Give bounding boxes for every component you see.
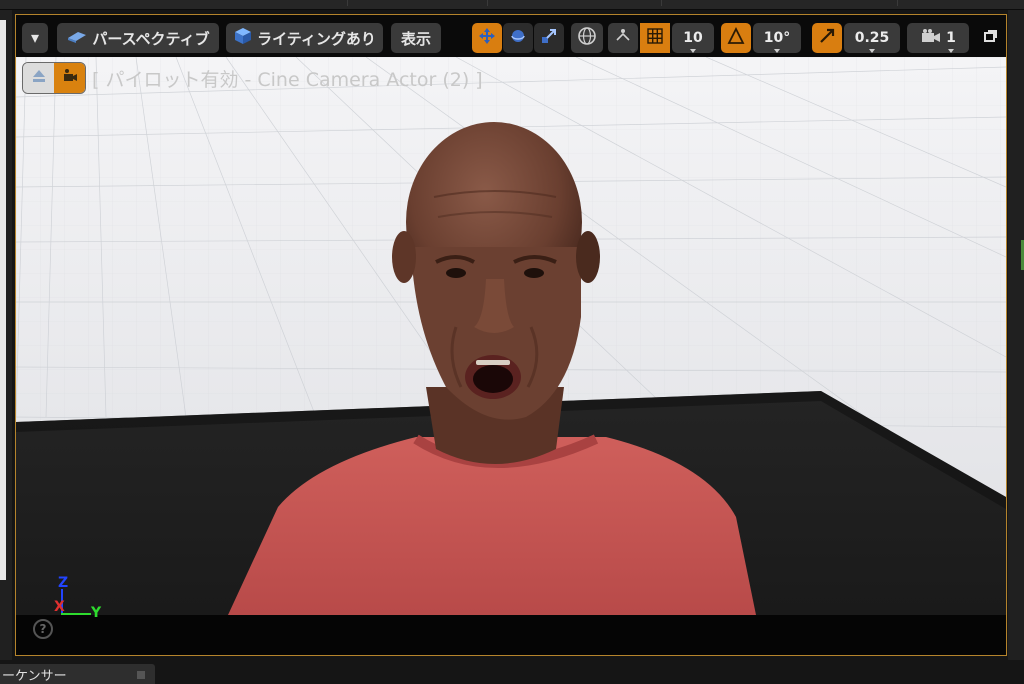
sequencer-tab-label: ーケンサー xyxy=(2,668,67,684)
surface-snap-button[interactable] xyxy=(608,23,638,53)
camera-speed-button[interactable]: 1 xyxy=(907,23,969,53)
sequencer-tab[interactable]: ーケンサー xyxy=(0,664,155,684)
lighting-label: ライティングあり xyxy=(257,29,376,48)
rotation-snap-toggle[interactable] xyxy=(721,23,751,53)
unreal-editor-window: ▾ パースペクティブ ライティングあり 表示 10 10° 0.25 1 [パ… xyxy=(0,0,1024,684)
pilot-controls xyxy=(22,62,86,94)
viewport-bottom-bar xyxy=(16,615,1006,655)
lit-cube-icon xyxy=(233,26,253,50)
perspective-button[interactable]: パースペクティブ xyxy=(57,23,219,53)
grid-snap-number: 10 xyxy=(683,30,703,53)
rotate-sphere-icon xyxy=(509,27,527,49)
grid-snap-value[interactable]: 10 xyxy=(672,23,714,53)
axis-gizmo: Z X Y xyxy=(46,575,126,625)
surface-snap-icon xyxy=(613,26,633,50)
eject-pilot-button[interactable] xyxy=(23,63,54,93)
chevron-down-icon: ▾ xyxy=(30,28,40,47)
scale-snap-number: 0.25 xyxy=(854,30,890,53)
grid-icon xyxy=(646,27,664,49)
axis-z-label: Z xyxy=(58,575,69,591)
globe-icon xyxy=(577,26,597,50)
pilot-camera-icon xyxy=(61,67,79,89)
show-menu-button[interactable]: 表示 xyxy=(391,23,441,53)
top-tab-strip xyxy=(0,0,1024,10)
show-label: 表示 xyxy=(400,29,431,48)
perspective-label: パースペクティブ xyxy=(92,29,210,48)
maximize-icon xyxy=(982,28,998,48)
lighting-mode-button[interactable]: ライティングあり xyxy=(226,23,383,53)
viewport-options-button[interactable]: ▾ xyxy=(22,23,48,53)
rotation-snap-number: 10° xyxy=(763,30,791,53)
level-viewport[interactable]: ▾ パースペクティブ ライティングあり 表示 10 10° 0.25 1 [パ… xyxy=(15,14,1007,656)
maximize-viewport-button[interactable] xyxy=(978,23,1002,53)
camera-speed-number: 1 xyxy=(946,30,956,53)
translate-tool-button[interactable] xyxy=(472,23,502,53)
close-icon[interactable] xyxy=(137,671,145,679)
axis-x-label: X xyxy=(54,599,65,615)
perspective-cube-icon xyxy=(66,28,88,48)
scale-snap-value[interactable]: 0.25 xyxy=(844,23,900,53)
viewport-scene[interactable] xyxy=(16,57,1006,615)
camera-icon xyxy=(920,28,942,48)
scale-arrows-icon xyxy=(540,27,558,49)
coordinate-system-button[interactable] xyxy=(571,23,603,53)
grid-snap-toggle[interactable] xyxy=(640,23,670,53)
scale-tool-button[interactable] xyxy=(534,23,564,53)
right-panel xyxy=(1008,10,1024,660)
help-icon[interactable]: ? xyxy=(33,619,53,639)
axis-y-label: Y xyxy=(91,605,102,621)
pilot-status-label: [ パイロット有効 - Cine Camera Actor (2) ] xyxy=(92,69,483,91)
viewport-toolbar: ▾ パースペクティブ ライティングあり 表示 10 10° 0.25 1 xyxy=(16,15,1006,57)
scale-snap-icon xyxy=(818,27,836,49)
rotate-tool-button[interactable] xyxy=(503,23,533,53)
eject-icon xyxy=(31,68,47,88)
angle-icon xyxy=(727,26,745,49)
pilot-camera-button[interactable] xyxy=(54,63,85,93)
rotation-snap-value[interactable]: 10° xyxy=(753,23,801,53)
left-panel xyxy=(0,10,12,660)
scale-snap-toggle[interactable] xyxy=(812,23,842,53)
translate-arrows-icon xyxy=(478,27,496,49)
